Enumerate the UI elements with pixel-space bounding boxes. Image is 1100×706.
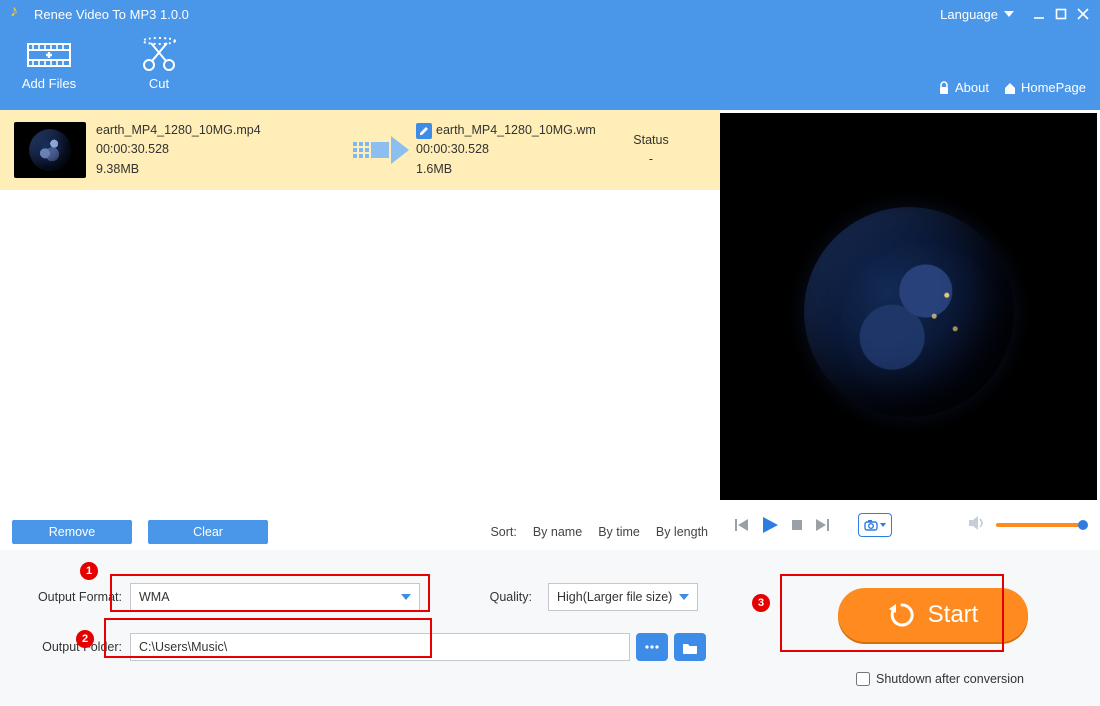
source-filename: earth_MP4_1280_10MG.mp4: [96, 121, 346, 140]
sort-by-length[interactable]: By length: [656, 525, 708, 539]
shutdown-checkbox-input[interactable]: [856, 672, 870, 686]
about-label: About: [955, 80, 989, 95]
cut-button[interactable]: Cut: [124, 34, 194, 91]
list-action-bar: Remove Clear Sort: By name By time By le…: [0, 514, 720, 550]
maximize-button[interactable]: [1050, 3, 1072, 25]
destination-filesize: 1.6MB: [416, 160, 616, 179]
preview-controls: [720, 500, 1100, 550]
main-toolbar: Add Files Cut About HomePage: [0, 28, 1100, 110]
shutdown-after-conversion-checkbox[interactable]: Shutdown after conversion: [856, 672, 1024, 686]
snapshot-button[interactable]: [858, 513, 892, 537]
app-logo-icon: [10, 6, 26, 22]
chevron-down-icon: [880, 523, 886, 527]
add-files-label: Add Files: [14, 76, 84, 91]
chevron-down-icon: [679, 594, 689, 600]
remove-button[interactable]: Remove: [12, 520, 132, 544]
preview-player[interactable]: [720, 113, 1097, 500]
source-thumbnail: [14, 122, 86, 178]
browse-folder-button[interactable]: [674, 633, 706, 661]
scissors-icon: [124, 34, 194, 76]
preview-frame-icon: [804, 207, 1014, 417]
stop-button[interactable]: [790, 518, 804, 532]
conversion-arrow-icon: [346, 136, 416, 164]
quality-value: High(Larger file size): [557, 590, 672, 604]
add-files-button[interactable]: Add Files: [14, 34, 84, 91]
minimize-button[interactable]: [1028, 3, 1050, 25]
output-format-label: Output Format:: [30, 590, 130, 604]
camera-icon: [864, 519, 878, 531]
sort-label: Sort:: [490, 525, 516, 539]
cut-label: Cut: [124, 76, 194, 91]
play-button[interactable]: [760, 515, 780, 535]
sort-by-time[interactable]: By time: [598, 525, 640, 539]
settings-panel: Output Format: WMA Quality: High(Larger …: [0, 550, 1100, 706]
more-options-button[interactable]: [636, 633, 668, 661]
source-filesize: 9.38MB: [96, 160, 346, 179]
app-title: Renee Video To MP3 1.0.0: [34, 7, 189, 22]
chevron-down-icon: [1004, 11, 1014, 17]
folder-open-icon: [682, 641, 698, 654]
lock-icon: [937, 81, 951, 95]
refresh-icon: [888, 601, 916, 629]
destination-duration: 00:00:30.528: [416, 140, 616, 159]
source-duration: 00:00:30.528: [96, 140, 346, 159]
home-icon: [1003, 81, 1017, 95]
ellipsis-icon: [645, 644, 659, 650]
status-header: Status: [616, 131, 686, 150]
homepage-link[interactable]: HomePage: [1003, 80, 1086, 95]
status-value: -: [616, 150, 686, 169]
chevron-down-icon: [401, 594, 411, 600]
sort-by-name[interactable]: By name: [533, 525, 582, 539]
destination-filename: earth_MP4_1280_10MG.wm: [436, 121, 596, 140]
volume-icon: [968, 515, 986, 536]
file-list-row[interactable]: earth_MP4_1280_10MG.mp4 00:00:30.528 9.3…: [0, 110, 720, 190]
clear-button[interactable]: Clear: [148, 520, 268, 544]
language-dropdown[interactable]: Language: [940, 7, 1014, 22]
filmstrip-plus-icon: [14, 34, 84, 76]
homepage-label: HomePage: [1021, 80, 1086, 95]
shutdown-label: Shutdown after conversion: [876, 672, 1024, 686]
titlebar: Renee Video To MP3 1.0.0 Language: [0, 0, 1100, 28]
quality-combobox[interactable]: High(Larger file size): [548, 583, 698, 611]
language-label: Language: [940, 7, 998, 22]
file-list: earth_MP4_1280_10MG.mp4 00:00:30.528 9.3…: [0, 110, 720, 514]
volume-slider[interactable]: [996, 523, 1086, 527]
about-link[interactable]: About: [937, 80, 989, 95]
close-button[interactable]: [1072, 3, 1094, 25]
output-format-value: WMA: [139, 590, 170, 604]
output-folder-label: Output Folder:: [30, 640, 130, 654]
output-folder-input[interactable]: C:\Users\Music\: [130, 633, 630, 661]
destination-info: earth_MP4_1280_10MG.wm 00:00:30.528 1.6M…: [416, 121, 616, 179]
output-format-combobox[interactable]: WMA: [130, 583, 420, 611]
start-button[interactable]: Start: [838, 588, 1028, 642]
start-label: Start: [928, 601, 979, 629]
skip-forward-button[interactable]: [814, 517, 830, 533]
quality-label: Quality:: [460, 590, 540, 604]
source-info: earth_MP4_1280_10MG.mp4 00:00:30.528 9.3…: [96, 121, 346, 179]
rename-output-button[interactable]: [416, 123, 432, 139]
skip-back-button[interactable]: [734, 517, 750, 533]
output-folder-value: C:\Users\Music\: [139, 640, 227, 654]
